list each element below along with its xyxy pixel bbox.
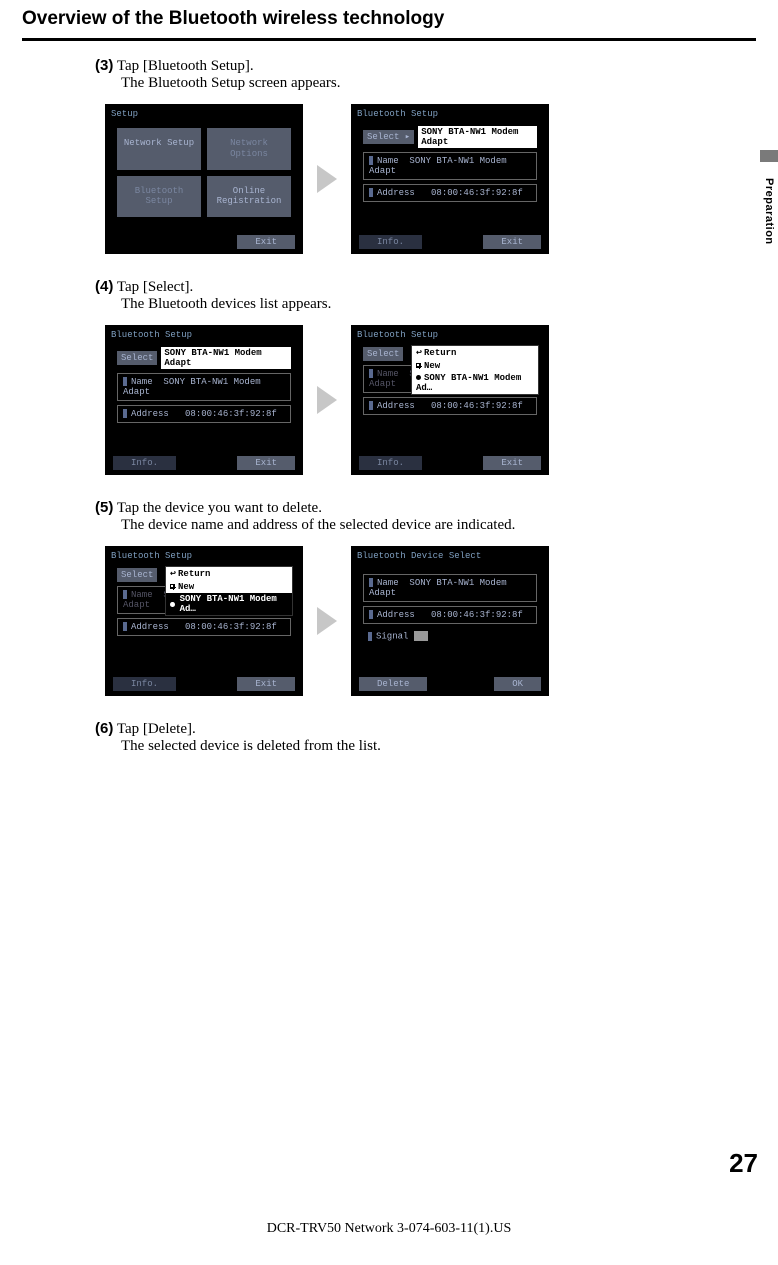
step-5-text: Tap the device you want to delete.	[117, 500, 322, 516]
info-button[interactable]: Info.	[359, 456, 422, 470]
ok-button[interactable]: OK	[494, 677, 541, 691]
info-button[interactable]: Info.	[113, 677, 176, 691]
screen-title-bt3: Bluetooth Setup	[355, 329, 545, 343]
step-3-screens: Setup Network Setup Network Options Blue…	[105, 104, 738, 254]
info-button[interactable]: Info.	[359, 235, 422, 249]
dropdown-return-item[interactable]: Return	[412, 346, 538, 360]
exit-button[interactable]: Exit	[237, 235, 295, 249]
dropdown-new-item[interactable]: New	[166, 581, 292, 593]
address-label: Address	[377, 188, 415, 198]
exit-button[interactable]: Exit	[237, 456, 295, 470]
step-5-screens: Bluetooth Setup Select Return New SONY B…	[105, 546, 738, 696]
address-row: Address 08:00:46:3f:92:8f	[363, 184, 537, 202]
signal-row: Signal	[363, 628, 537, 644]
arrow-right-icon	[317, 386, 337, 414]
page-title: Overview of the Bluetooth wireless techn…	[0, 0, 778, 34]
step-4: (4) Tap [Select]. The Bluetooth devices …	[95, 278, 738, 313]
step-6-sub: The selected device is deleted from the …	[121, 738, 738, 755]
bullet-icon	[416, 375, 421, 380]
screen-bt-setup-dropdown: Bluetooth Setup Select Return New SONY B…	[351, 325, 549, 475]
screen-device-select: Bluetooth Device Select Name SONY BTA-NW…	[351, 546, 549, 696]
name-row: Name SONY BTA-NW1 Modem Adapt	[363, 574, 537, 602]
return-icon	[416, 348, 424, 358]
address-row: Address 08:00:46:3f:92:8f	[363, 606, 537, 624]
side-tab-label: Preparation	[763, 178, 775, 245]
screen-bt-setup-1: Bluetooth Setup Select ▸ SONY BTA-NW1 Mo…	[351, 104, 549, 254]
exit-button[interactable]: Exit	[483, 456, 541, 470]
dropdown-new-item[interactable]: New	[412, 360, 538, 372]
step-4-num: (4)	[95, 278, 113, 295]
device-dropdown: Return New SONY BTA-NW1 Modem Ad…	[165, 566, 293, 616]
network-setup-button[interactable]: Network Setup	[117, 128, 201, 170]
step-3-sub: The Bluetooth Setup screen appears.	[121, 75, 738, 92]
name-label: Name	[377, 156, 399, 166]
exit-button[interactable]: Exit	[237, 677, 295, 691]
select-button[interactable]: Select	[117, 351, 157, 365]
plus-icon	[416, 363, 421, 368]
address-row: Address 08:00:46:3f:92:8f	[117, 618, 291, 636]
screen-title-bt2: Bluetooth Setup	[109, 329, 299, 343]
screen-title-devsel: Bluetooth Device Select	[355, 550, 545, 564]
step-3-num: (3)	[95, 57, 113, 74]
screen-title-setup: Setup	[109, 108, 299, 122]
select-button[interactable]: Select	[363, 347, 403, 361]
content: (3) Tap [Bluetooth Setup]. The Bluetooth…	[0, 57, 778, 755]
delete-button[interactable]: Delete	[359, 677, 427, 691]
return-icon	[170, 569, 178, 579]
arrow-right-icon	[317, 165, 337, 193]
step-5: (5) Tap the device you want to delete. T…	[95, 499, 738, 534]
name-row: Name SONY BTA-NW1 Modem Adapt	[363, 152, 537, 180]
plus-icon	[170, 584, 175, 589]
address-value: 08:00:46:3f:92:8f	[431, 188, 523, 198]
screen-title-bt1: Bluetooth Setup	[355, 108, 545, 122]
selected-device-field: SONY BTA-NW1 Modem Adapt	[161, 347, 291, 369]
tab-stripe	[760, 150, 778, 162]
step-5-sub: The device name and address of the selec…	[121, 517, 738, 534]
info-button[interactable]: Info.	[113, 456, 176, 470]
page-number: 27	[729, 1148, 758, 1179]
address-row: Address 08:00:46:3f:92:8f	[363, 397, 537, 415]
step-4-screens: Bluetooth Setup Select SONY BTA-NW1 Mode…	[105, 325, 738, 475]
device-dropdown: Return New SONY BTA-NW1 Modem Ad…	[411, 345, 539, 395]
dropdown-return-item[interactable]: Return	[166, 567, 292, 581]
step-4-sub: The Bluetooth devices list appears.	[121, 296, 738, 313]
name-row: Name SONY BTA-NW1 Modem Adapt	[117, 373, 291, 401]
screen-setup: Setup Network Setup Network Options Blue…	[105, 104, 303, 254]
step-3-text: Tap [Bluetooth Setup].	[117, 58, 254, 74]
select-button[interactable]: Select ▸	[363, 130, 414, 144]
dropdown-device-item-selected[interactable]: SONY BTA-NW1 Modem Ad…	[166, 593, 292, 615]
step-4-text: Tap [Select].	[117, 279, 193, 295]
bluetooth-setup-button[interactable]: Bluetooth Setup	[117, 176, 201, 218]
online-registration-button[interactable]: Online Registration	[207, 176, 291, 218]
arrow-right-icon	[317, 607, 337, 635]
selected-device-field: SONY BTA-NW1 Modem Adapt	[418, 126, 537, 148]
online-reg-line2: Registration	[209, 196, 289, 207]
step-3: (3) Tap [Bluetooth Setup]. The Bluetooth…	[95, 57, 738, 92]
exit-button[interactable]: Exit	[483, 235, 541, 249]
step-6: (6) Tap [Delete]. The selected device is…	[95, 720, 738, 755]
address-row: Address 08:00:46:3f:92:8f	[117, 405, 291, 423]
select-button[interactable]: Select	[117, 568, 157, 582]
dropdown-device-item[interactable]: SONY BTA-NW1 Modem Ad…	[412, 372, 538, 394]
title-rule	[22, 38, 756, 41]
screen-bt-setup-2: Bluetooth Setup Select SONY BTA-NW1 Mode…	[105, 325, 303, 475]
step-5-num: (5)	[95, 499, 113, 516]
network-options-button[interactable]: Network Options	[207, 128, 291, 170]
step-6-num: (6)	[95, 720, 113, 737]
online-reg-line1: Online	[209, 186, 289, 197]
footer-text: DCR-TRV50 Network 3-074-603-11(1).US	[0, 1221, 778, 1237]
screen-title-bt4: Bluetooth Setup	[109, 550, 299, 564]
bullet-icon	[170, 602, 175, 607]
screen-bt-setup-dropdown-hl: Bluetooth Setup Select Return New SONY B…	[105, 546, 303, 696]
step-6-text: Tap [Delete].	[117, 721, 196, 737]
signal-icon	[414, 631, 428, 641]
